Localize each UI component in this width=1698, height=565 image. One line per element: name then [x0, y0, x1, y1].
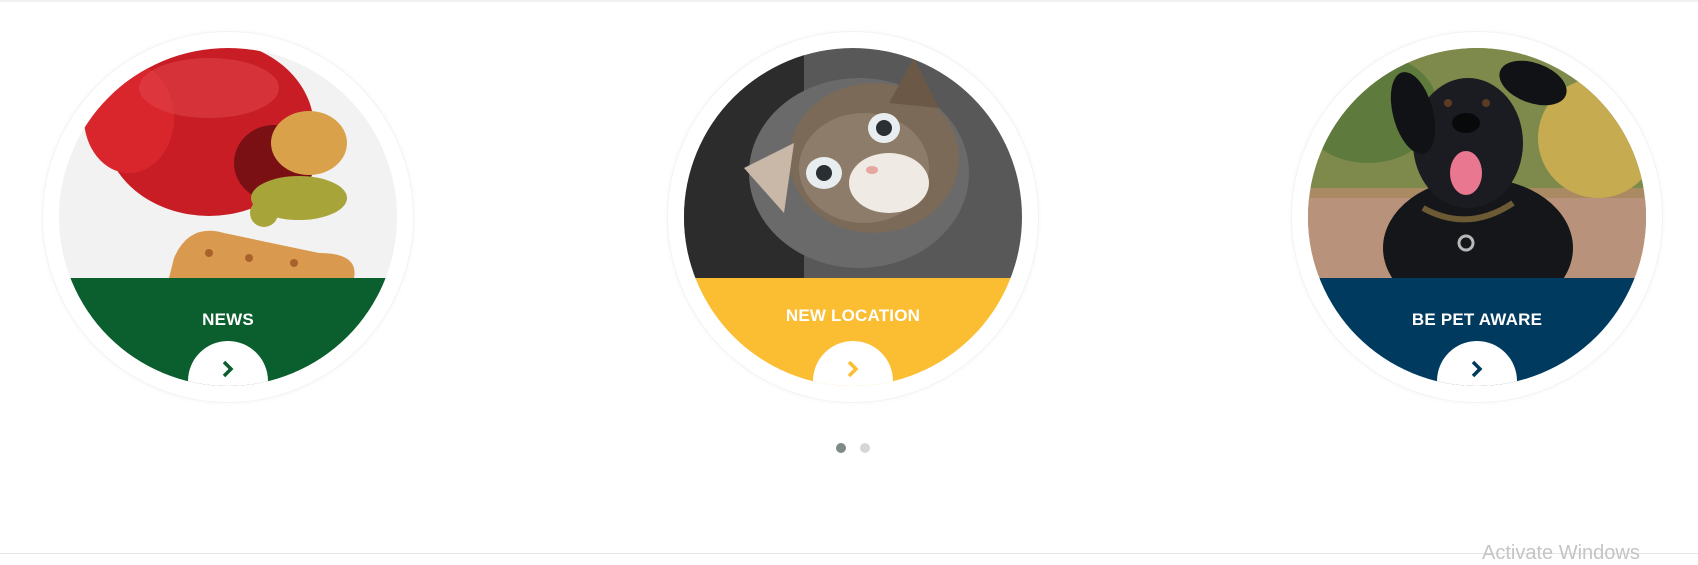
promo-card-be-pet-aware[interactable]: BE PET AWARE [1292, 32, 1662, 402]
chevron-right-icon [222, 360, 234, 378]
activate-windows-watermark: Activate Windows [1482, 542, 1640, 564]
card-image-black-dog [1308, 48, 1646, 278]
carousel-dot-active[interactable] [836, 443, 846, 453]
carousel-dot[interactable] [860, 443, 870, 453]
chevron-right-icon [847, 360, 859, 378]
promo-card-news[interactable]: NEWS [43, 32, 413, 402]
card-disc: NEWS [59, 48, 397, 386]
card-title: NEW LOCATION [785, 306, 921, 325]
card-title: NEWS [202, 310, 254, 329]
card-image-kong-toy [59, 48, 397, 278]
chevron-right-icon [1471, 360, 1483, 378]
promo-card-new-location[interactable]: NEW LOCATION [668, 32, 1038, 402]
card-title: BE PET AWARE [1411, 310, 1543, 329]
card-disc: NEW LOCATION [684, 48, 1022, 386]
bottom-divider [0, 553, 1698, 554]
top-divider [0, 0, 1698, 2]
card-image-kitten [684, 48, 1022, 278]
card-disc: BE PET AWARE [1308, 48, 1646, 386]
